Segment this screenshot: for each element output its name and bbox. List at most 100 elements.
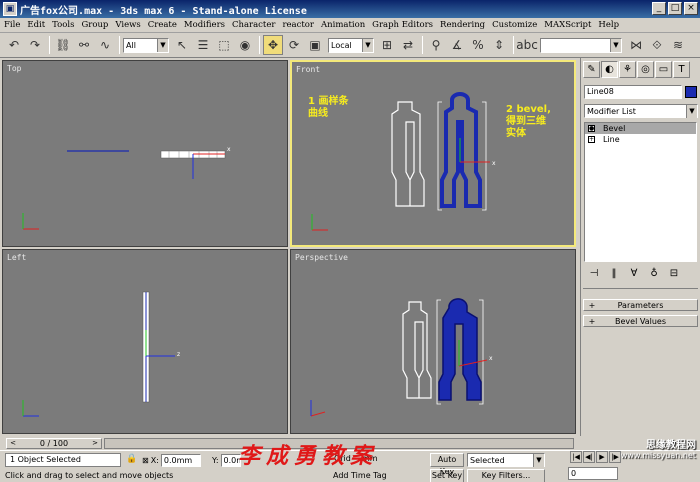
menu-file[interactable]: File [4,20,20,30]
top-view-canvas: x [22,146,231,230]
toolbar-divider [422,36,423,54]
menu-graph-editors[interactable]: Graph Editors [372,20,433,30]
go-to-start-icon[interactable]: |◀ [570,451,582,463]
author-watermark: 李成勇教案 [238,443,379,469]
object-name-field[interactable]: Line08 [584,85,682,99]
mirror-tool-icon[interactable]: ⋈ [626,35,646,55]
modifier-list-dropdown[interactable]: Modifier List ▼ [584,104,698,118]
select-and-scale-icon[interactable]: ▣ [305,35,325,55]
next-frame-icon[interactable]: |▶ [609,451,621,463]
rollout-bevel-values[interactable]: + Bevel Values [583,315,698,327]
time-slider[interactable]: < 0 / 100 > [6,437,102,449]
window-crossing-icon[interactable]: ◉ [235,35,255,55]
menu-create[interactable]: Create [148,20,177,30]
menu-character[interactable]: Character [232,20,275,30]
object-color-swatch[interactable] [685,86,697,98]
hierarchy-tab-icon[interactable]: ⚘ [619,61,636,78]
minimize-button[interactable]: _ [652,2,666,15]
rectangular-selection-icon[interactable]: ⬚ [214,35,234,55]
menu-views[interactable]: Views [115,20,140,30]
modifier-list-label: Modifier List [587,106,636,116]
angle-snap-icon[interactable]: ∡ [447,35,467,55]
select-and-move-icon[interactable]: ✥ [263,35,283,55]
lock-icon[interactable]: 🔒 [126,454,137,464]
pin-stack-icon[interactable]: ⊣ [587,268,601,282]
stack-item-line[interactable]: + Line [585,134,696,145]
stack-item-bevel[interactable]: ● Bevel [585,123,696,134]
light-bulb-icon[interactable]: ● [588,125,595,132]
add-time-tag[interactable]: Add Time Tag [333,471,387,480]
menu-edit[interactable]: Edit [27,20,45,30]
unlink-icon[interactable]: ⚯ [74,35,94,55]
redo-icon[interactable]: ↷ [25,35,45,55]
viewport-top[interactable]: Top x [2,60,288,247]
time-next-button[interactable]: > [89,439,101,447]
previous-frame-icon[interactable]: ◀| [583,451,595,463]
menu-help[interactable]: Help [598,20,619,30]
pivot-center-icon[interactable]: ⊞ [377,35,397,55]
viewport-front[interactable]: Front 1 画样条 曲线 2 bevel, 得到三维 实体 x [290,60,576,247]
stack-item-label: Line [603,135,620,144]
display-tab-icon[interactable]: ▭ [655,61,672,78]
link-icon[interactable]: ⛓ [53,35,73,55]
show-end-result-icon[interactable]: ‖ [607,268,621,282]
spinner-snap-icon[interactable]: ⇕ [489,35,509,55]
window-controls: _ □ × [652,2,698,15]
time-prev-button[interactable]: < [7,439,19,447]
menu-group[interactable]: Group [81,20,108,30]
play-icon[interactable]: ▶ [596,451,608,463]
select-by-name-icon[interactable]: ☰ [193,35,213,55]
chevron-down-icon: ▼ [157,38,168,52]
mirror-icon[interactable]: ⇄ [398,35,418,55]
named-selection-dropdown[interactable]: ▼ [540,37,622,53]
reference-coordinate-dropdown[interactable]: Local ▼ [328,37,374,53]
app-icon[interactable]: ▣ [3,2,17,16]
expand-icon[interactable]: + [588,136,595,143]
menu-tools[interactable]: Tools [52,20,74,30]
menu-rendering[interactable]: Rendering [440,20,485,30]
key-mode-dropdown[interactable]: Selected ▼ [467,453,545,467]
utilities-tab-icon[interactable]: T [673,61,690,78]
absolute-mode-icon[interactable]: ⊠ [142,456,149,465]
select-object-icon[interactable]: ↖ [172,35,192,55]
align-icon[interactable]: ⟐ [647,35,667,55]
coord-x-field[interactable]: 0.0mm [160,454,201,467]
selection-filter-dropdown[interactable]: All ▼ [123,37,169,53]
menu-customize[interactable]: Customize [492,20,537,30]
motion-tab-icon[interactable]: ◎ [637,61,654,78]
remove-modifier-icon[interactable]: ♁ [647,268,661,282]
configure-sets-icon[interactable]: ⊟ [667,268,681,282]
menu-modifiers[interactable]: Modifiers [184,20,225,30]
menu-maxscript[interactable]: MAXScript [544,20,591,30]
edit-named-selection-icon[interactable]: abc [516,35,538,55]
close-button[interactable]: × [684,2,698,15]
stack-item-label: Bevel [603,124,626,133]
coord-y-label: Y: [212,456,219,465]
coord-y: Y: 0.0mm [212,454,241,467]
undo-icon[interactable]: ↶ [4,35,24,55]
selection-status: 1 Object Selected [5,453,121,467]
viewport-perspective[interactable]: Perspective x [290,249,576,434]
site-watermark: 思缘教程网 www.missyuan.net [621,436,696,460]
viewport-left[interactable]: Left z [2,249,288,434]
bind-space-warp-icon[interactable]: ∿ [95,35,115,55]
menu-reactor[interactable]: reactor [282,20,314,30]
create-tab-icon[interactable]: ✎ [583,61,600,78]
modifier-list-row: Modifier List ▼ [584,104,698,118]
set-key-button[interactable]: Set Key [430,469,464,482]
auto-key-button[interactable]: Auto Key [430,453,464,476]
select-and-rotate-icon[interactable]: ⟳ [284,35,304,55]
chevron-down-icon: ▼ [533,453,544,467]
selection-filter-value: All [126,40,136,50]
maximize-button[interactable]: □ [668,2,682,15]
layer-manager-icon[interactable]: ≋ [668,35,688,55]
percent-snap-icon[interactable]: % [468,35,488,55]
current-frame-field[interactable]: 0 [568,467,618,480]
perspective-view-canvas: x [310,298,493,417]
menu-animation[interactable]: Animation [321,20,365,30]
modify-tab-icon[interactable]: ◐ [601,61,618,78]
make-unique-icon[interactable]: ∀ [627,268,641,282]
snap-toggle-icon[interactable]: ⚲ [426,35,446,55]
rollout-parameters[interactable]: + Parameters [583,299,698,311]
key-filters-button[interactable]: Key Filters... [467,469,545,482]
